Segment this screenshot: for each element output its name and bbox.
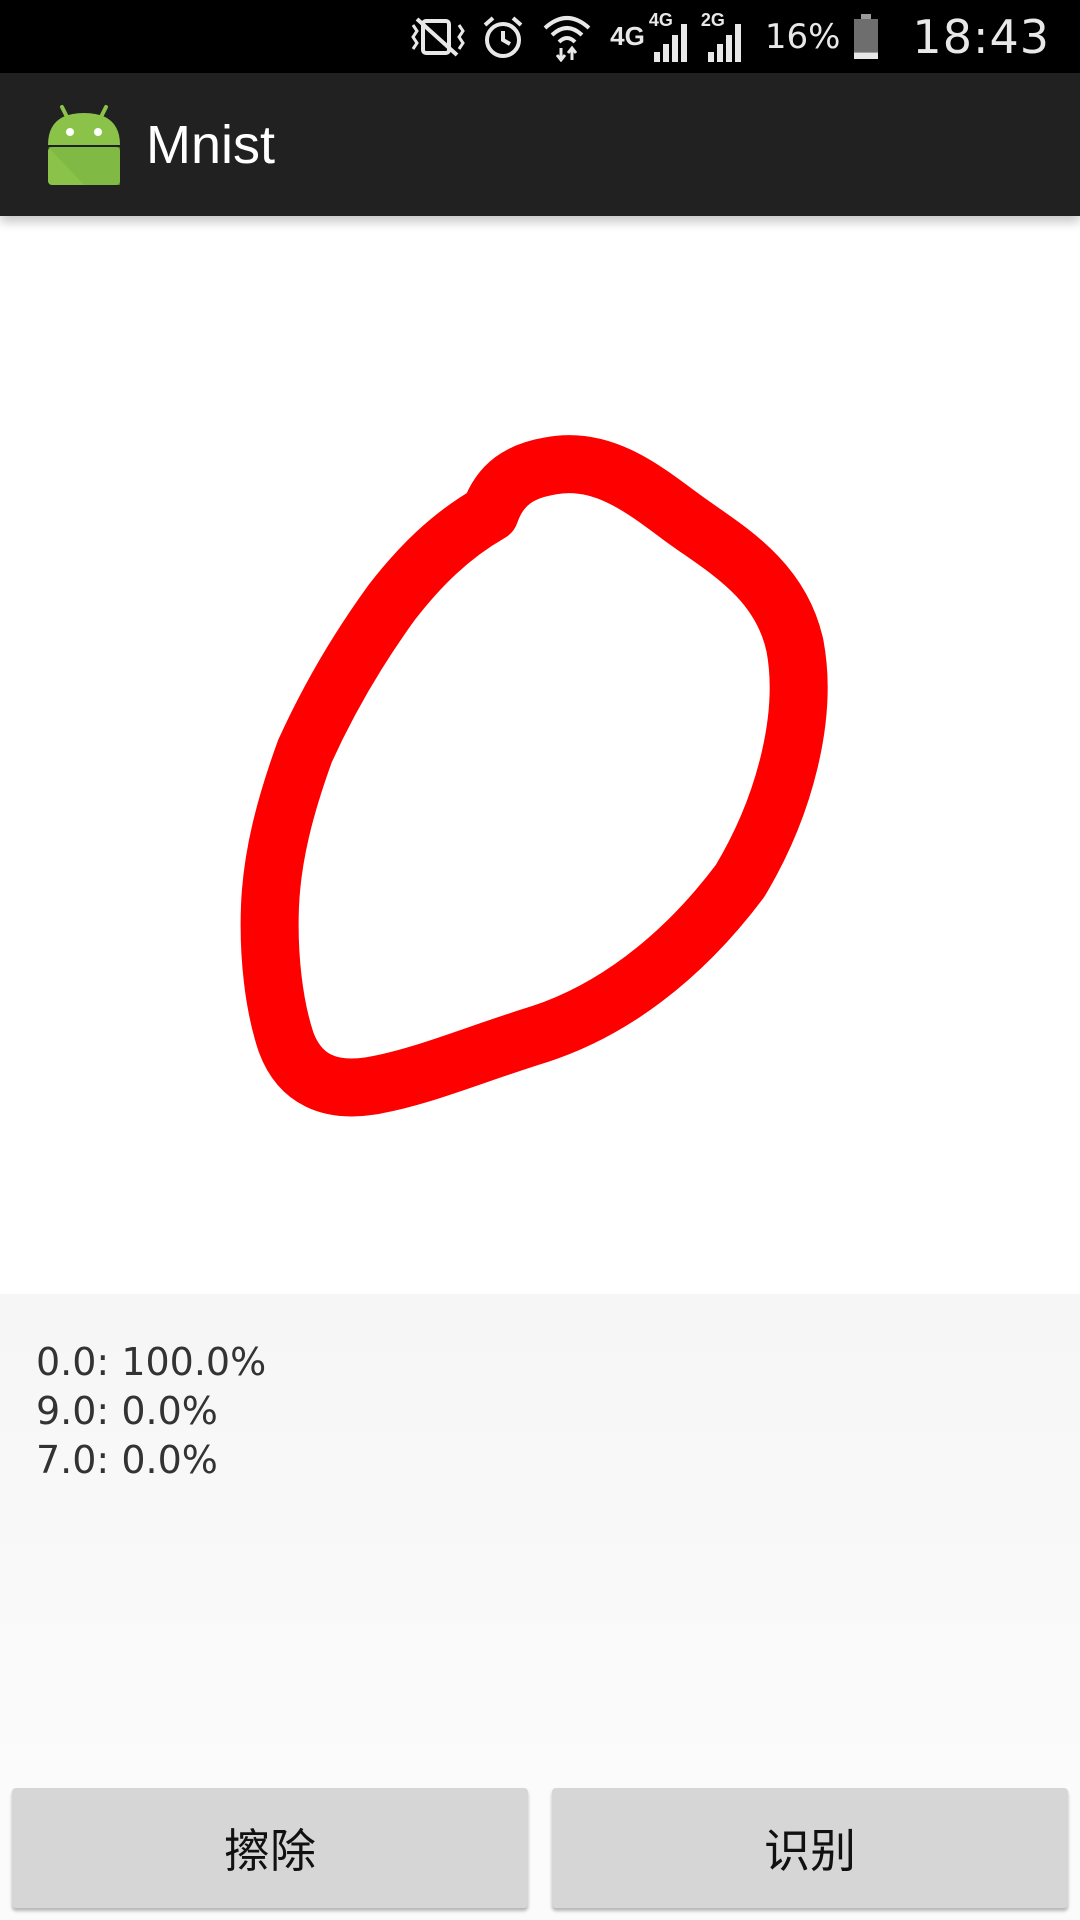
battery-percent: 16% (764, 16, 841, 57)
recognize-button[interactable]: 识别 (552, 1788, 1068, 1908)
signal-sim2-icon: 2G (697, 0, 753, 73)
android-icon (44, 100, 124, 190)
signal-sim1-icon: 4G (645, 0, 697, 73)
sim2-label: 2G (700, 10, 725, 30)
result-panel: 0.0: 100.0% 9.0: 0.0% 7.0: 0.0% (0, 1294, 1080, 1784)
button-row: 擦除 识别 (0, 1784, 1080, 1920)
sim1-label: 4G (648, 10, 673, 30)
app-title: Mnist (146, 114, 276, 175)
result-line: 9.0: 0.0% (36, 1389, 218, 1433)
status-icons: 4G 4G 2G 16% 18:43 (406, 0, 1050, 73)
erase-button[interactable]: 擦除 (12, 1788, 528, 1908)
drawn-stroke (240, 435, 828, 1117)
wifi-icon (534, 0, 600, 73)
clock-time: 18:43 (912, 9, 1050, 64)
network-type-label: 4G (610, 21, 645, 51)
vibrate-icon (406, 0, 472, 73)
result-line: 0.0: 100.0% (36, 1340, 267, 1384)
result-line: 7.0: 0.0% (36, 1438, 218, 1482)
battery-icon (846, 0, 886, 73)
action-bar: Mnist (0, 73, 1080, 216)
drawing-canvas[interactable] (0, 216, 1080, 1294)
alarm-icon (472, 0, 534, 73)
status-bar: 4G 4G 2G 16% 18:43 (0, 0, 1080, 73)
